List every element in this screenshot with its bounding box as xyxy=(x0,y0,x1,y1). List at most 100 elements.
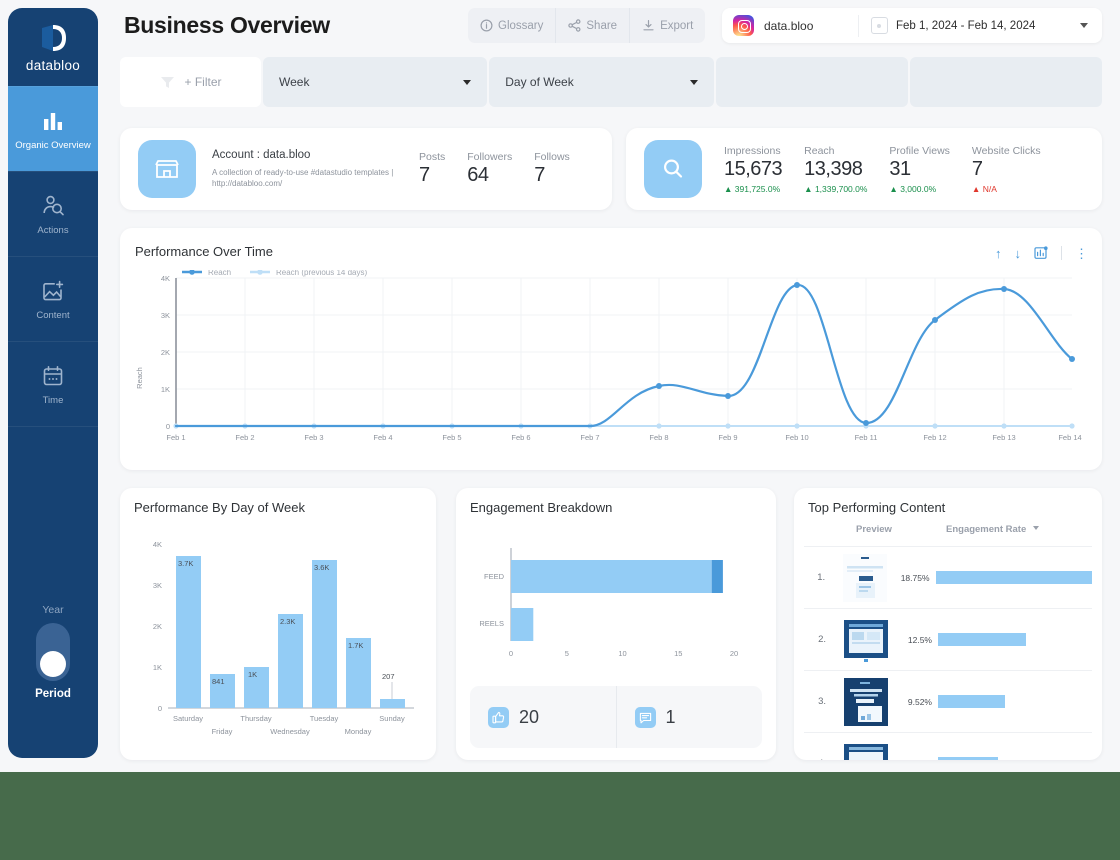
engagement-breakdown-card: Engagement Breakdown FEED REELS 0 5 10 1… xyxy=(456,488,776,760)
dashboard-page: databloo Organic Overview Actions Conten… xyxy=(0,0,1120,772)
metric-label: Impressions xyxy=(724,144,781,157)
chart-export-icon[interactable] xyxy=(1034,246,1048,260)
table-row[interactable]: 3. 9.52% xyxy=(804,670,1092,732)
content-thumbnail[interactable] xyxy=(844,616,888,664)
comments-tile: 1 xyxy=(615,686,763,748)
account-date-bar: data.bloo Feb 1, 2024 - Feb 14, 2024 xyxy=(722,8,1102,43)
card-title: Performance Over Time xyxy=(135,244,273,259)
svg-text:Feb 8: Feb 8 xyxy=(649,433,668,442)
svg-text:1K: 1K xyxy=(248,670,257,679)
day-of-week-select[interactable]: Day of Week xyxy=(489,57,714,107)
svg-text:Monday: Monday xyxy=(345,727,372,736)
sidebar-item-actions[interactable]: Actions xyxy=(8,171,98,256)
sidebar-item-content[interactable]: Content xyxy=(8,256,98,341)
metric-value: 7 xyxy=(971,157,983,180)
svg-text:2.3K: 2.3K xyxy=(280,617,295,626)
metric-followers: Followers 64 xyxy=(467,151,512,187)
sidebar: databloo Organic Overview Actions Conten… xyxy=(8,8,98,758)
likes-value: 20 xyxy=(519,706,540,727)
row-rate: 18.75% xyxy=(900,572,930,583)
svg-text:Sunday: Sunday xyxy=(379,714,405,723)
header-actions: Glossary Share Export xyxy=(468,8,706,43)
engagement-stat-tiles: 20 1 xyxy=(470,686,762,748)
y-axis-label: Reach xyxy=(135,367,144,389)
share-icon xyxy=(568,19,581,32)
table-row[interactable]: 1. 18.75% xyxy=(804,546,1093,608)
metric-delta: ▲ 391,725.0% xyxy=(724,183,781,194)
sidebar-item-organic-overview[interactable]: Organic Overview xyxy=(8,86,98,171)
share-label: Share xyxy=(586,19,618,32)
sidebar-item-time[interactable]: Time xyxy=(8,341,98,426)
metric-label: Followers xyxy=(467,151,513,163)
period-year-toggle[interactable] xyxy=(36,623,70,681)
date-range-value: Feb 1, 2024 - Feb 14, 2024 xyxy=(896,19,1036,32)
svg-text:Feb 6: Feb 6 xyxy=(511,433,530,442)
chart-legend: Reach Reach (previous 14 days) xyxy=(182,270,367,277)
svg-text:2K: 2K xyxy=(161,348,170,357)
sidebar-item-label: Actions xyxy=(37,224,69,236)
metric-value: 31 xyxy=(889,157,911,180)
svg-text:Feb 10: Feb 10 xyxy=(785,433,808,442)
filter-bar: + Filter Week Day of Week xyxy=(120,57,1102,107)
filter-slot-empty-1[interactable] xyxy=(715,57,908,107)
svg-text:FEED: FEED xyxy=(484,572,505,581)
svg-text:REELS: REELS xyxy=(479,619,504,628)
sidebar-spacer xyxy=(8,426,98,604)
svg-text:Feb 12: Feb 12 xyxy=(923,433,946,442)
share-button[interactable]: Share xyxy=(556,8,631,43)
svg-text:3.6K: 3.6K xyxy=(314,563,329,572)
comments-value: 1 xyxy=(665,706,676,727)
row-rank: 1. xyxy=(817,572,826,583)
filter-slot-empty-2[interactable] xyxy=(909,57,1102,107)
column-engagement-rate[interactable]: Engagement Rate xyxy=(946,524,1039,535)
search-icon xyxy=(644,140,702,198)
content-thumbnail[interactable] xyxy=(844,677,888,726)
add-filter-button[interactable]: + Filter xyxy=(120,57,261,107)
chart-toolbar: ↑ ↓ ⋮ xyxy=(995,246,1088,260)
account-card: Account : data.bloo A collection of read… xyxy=(120,128,612,210)
chevron-down-icon[interactable] xyxy=(1080,23,1088,28)
divider xyxy=(858,14,859,37)
svg-text:Thursday: Thursday xyxy=(240,714,272,723)
likes-tile: 20 xyxy=(470,686,616,748)
glossary-button[interactable]: Glossary xyxy=(468,8,557,43)
svg-text:Wednesday: Wednesday xyxy=(270,727,310,736)
table-row[interactable]: 4. 8.51% xyxy=(804,732,1092,760)
content-thumbnail[interactable] xyxy=(843,553,888,602)
row-rate: 12.5% xyxy=(907,634,932,645)
arrow-up-icon[interactable]: ↑ xyxy=(995,247,1002,260)
period-toggle-group: Year Period xyxy=(8,604,98,758)
brand-logo[interactable]: databloo xyxy=(8,8,98,86)
svg-text:Feb 2: Feb 2 xyxy=(235,433,254,442)
add-filter-label: + Filter xyxy=(184,75,222,89)
account-description: A collection of ready-to-use #datastudio… xyxy=(212,167,394,188)
row-bar xyxy=(935,571,1093,584)
brand-name: databloo xyxy=(25,58,81,73)
svg-text:10: 10 xyxy=(618,649,626,658)
svg-text:3.7K: 3.7K xyxy=(178,559,193,568)
metric-label: Reach xyxy=(804,144,835,157)
svg-text:1K: 1K xyxy=(161,385,170,394)
table-row[interactable]: 2. 12.5% xyxy=(804,608,1092,670)
content-thumbnail[interactable] xyxy=(844,740,888,760)
export-button[interactable]: Export xyxy=(630,8,705,43)
svg-text:1K: 1K xyxy=(153,663,162,672)
account-title: Account : data.bloo xyxy=(212,148,311,161)
day-of-week-select-value: Day of Week xyxy=(505,75,574,89)
calendar-icon xyxy=(40,363,66,389)
svg-text:Feb 14: Feb 14 xyxy=(1058,433,1081,442)
chevron-down-icon xyxy=(463,79,472,85)
svg-text:Feb 13: Feb 13 xyxy=(992,433,1015,442)
week-select[interactable]: Week xyxy=(263,57,488,107)
metric-delta: ▲ 3,000.0% xyxy=(889,183,937,194)
top-performing-content-card: Top Performing Content Preview Engagemen… xyxy=(794,488,1102,760)
storefront-icon xyxy=(138,140,196,198)
toggle-top-label: Year xyxy=(42,604,64,616)
more-vertical-icon[interactable]: ⋮ xyxy=(1075,247,1088,260)
svg-text:4K: 4K xyxy=(153,540,162,549)
svg-text:2K: 2K xyxy=(153,622,162,631)
arrow-down-icon[interactable]: ↓ xyxy=(1015,247,1022,260)
svg-text:Saturday: Saturday xyxy=(173,714,203,723)
svg-text:Reach: Reach xyxy=(208,270,231,277)
row-rate: 8.51% xyxy=(892,759,932,761)
